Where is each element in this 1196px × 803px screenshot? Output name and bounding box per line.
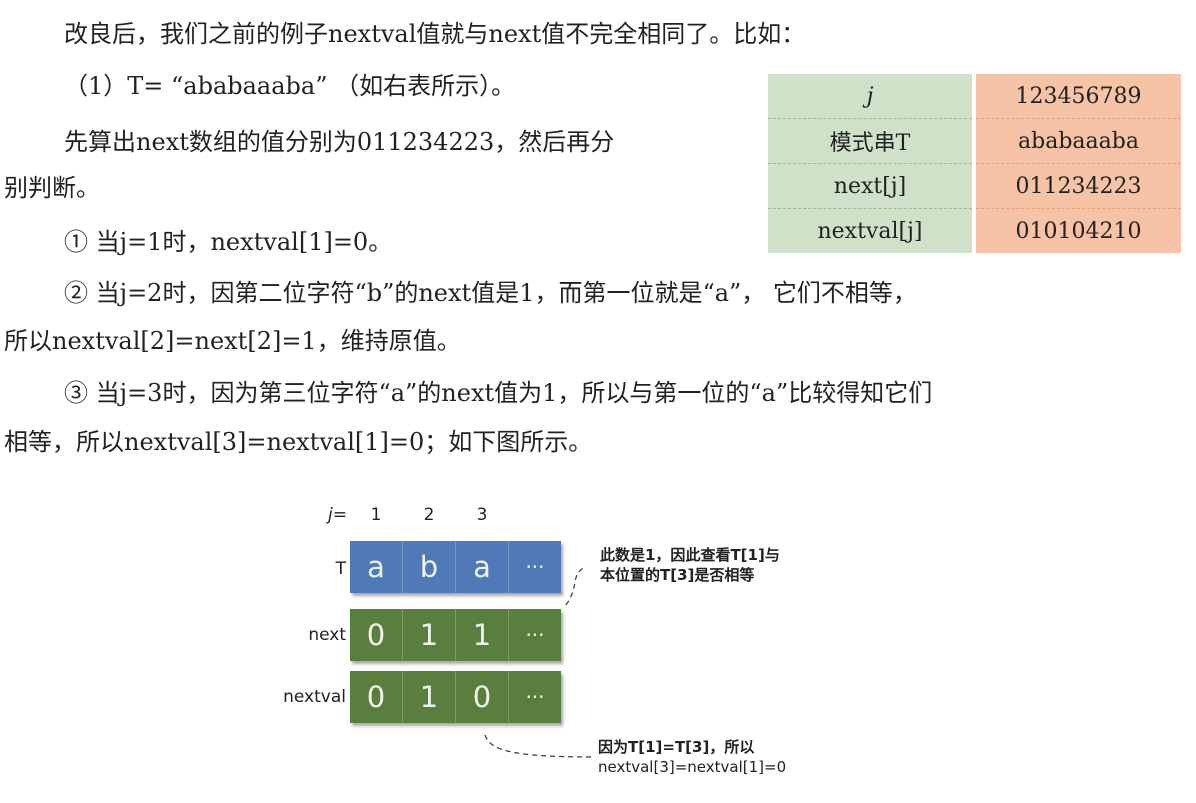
table-label-cell: nextval[j] bbox=[768, 208, 974, 253]
t-cell: b bbox=[403, 541, 456, 593]
note-bottom: 因为T[1]=T[3]，所以 nextval[3]=nextval[1]=0 bbox=[598, 737, 786, 777]
paragraph-3: 先算出next数组的值分别为011234223，然后再分 bbox=[64, 128, 615, 156]
note-top-line-1: 此数是1，因此查看T[1]与 bbox=[600, 546, 780, 564]
row-label-nextval: nextval bbox=[283, 687, 346, 707]
nextval-row-cells: 0 1 0 ··· bbox=[350, 671, 561, 723]
nextval-cell: ··· bbox=[509, 671, 561, 723]
t-row-cells: a b a ··· bbox=[350, 541, 561, 593]
nextval-figure: j= 1 2 3 T a b a ··· next 0 1 1 ··· next… bbox=[280, 505, 840, 795]
table-value-cell: 010104210 bbox=[972, 208, 1181, 253]
table-value-cell: 011234223 bbox=[972, 163, 1181, 209]
paragraph-5: ① 当j=1时，nextval[1]=0。 bbox=[64, 228, 393, 256]
connector-top bbox=[565, 566, 586, 606]
paragraph-1: 改良后，我们之前的例子nextval值就与next值不完全相同了。比如： bbox=[64, 20, 806, 48]
t-cell: ··· bbox=[509, 541, 561, 593]
j-number: 3 bbox=[476, 505, 488, 525]
note-top-line-2: 本位置的T[3]是否相等 bbox=[600, 566, 755, 584]
paragraph-7: 所以nextval[2]=next[2]=1，维持原值。 bbox=[4, 327, 461, 355]
pattern-table: j 123456789 模式串T ababaaaba next[j] 01123… bbox=[768, 74, 1181, 253]
next-cell: 1 bbox=[456, 609, 509, 661]
table-value-cell: 123456789 bbox=[972, 74, 1181, 119]
table-label-cell: 模式串T bbox=[768, 118, 974, 164]
note-top: 此数是1，因此查看T[1]与 本位置的T[3]是否相等 bbox=[600, 545, 780, 585]
next-cell: 0 bbox=[350, 609, 403, 661]
row-label-next: next bbox=[308, 625, 346, 645]
table-label-cell: j bbox=[768, 74, 974, 119]
paragraph-4: 别判断。 bbox=[4, 174, 100, 202]
paragraph-6: ② 当j=2时，因第二位字符“b”的next值是1，而第一位就是“a”， 它们不… bbox=[64, 279, 917, 307]
table-row: nextval[j] 010104210 bbox=[768, 208, 1181, 253]
connector-bottom bbox=[484, 734, 596, 758]
table-value-cell: ababaaaba bbox=[972, 118, 1181, 164]
next-cell: ··· bbox=[509, 609, 561, 661]
table-row: next[j] 011234223 bbox=[768, 163, 1181, 209]
next-cell: 1 bbox=[403, 609, 456, 661]
table-row: j 123456789 bbox=[768, 74, 1181, 119]
paragraph-9: 相等，所以nextval[3]=nextval[1]=0；如下图所示。 bbox=[4, 428, 593, 456]
j-number: 1 bbox=[370, 505, 382, 525]
note-bottom-line-2: nextval[3]=nextval[1]=0 bbox=[598, 758, 787, 776]
paragraph-8: ③ 当j=3时，因为第三位字符“a”的next值为1，所以与第一位的“a”比较得… bbox=[64, 379, 933, 407]
row-label-t: T bbox=[335, 559, 346, 579]
nextval-cell: 0 bbox=[456, 671, 509, 723]
next-row-cells: 0 1 1 ··· bbox=[350, 609, 561, 661]
paragraph-2: （1）T= “ababaaaba” （如右表所示）。 bbox=[64, 72, 516, 100]
j-label: j= bbox=[328, 505, 347, 525]
j-number: 2 bbox=[423, 505, 435, 525]
nextval-cell: 1 bbox=[403, 671, 456, 723]
nextval-cell: 0 bbox=[350, 671, 403, 723]
note-bottom-line-1: 因为T[1]=T[3]，所以 bbox=[598, 738, 755, 756]
t-cell: a bbox=[350, 541, 403, 593]
table-row: 模式串T ababaaaba bbox=[768, 118, 1181, 164]
table-label-cell: next[j] bbox=[768, 163, 974, 209]
t-cell: a bbox=[456, 541, 509, 593]
